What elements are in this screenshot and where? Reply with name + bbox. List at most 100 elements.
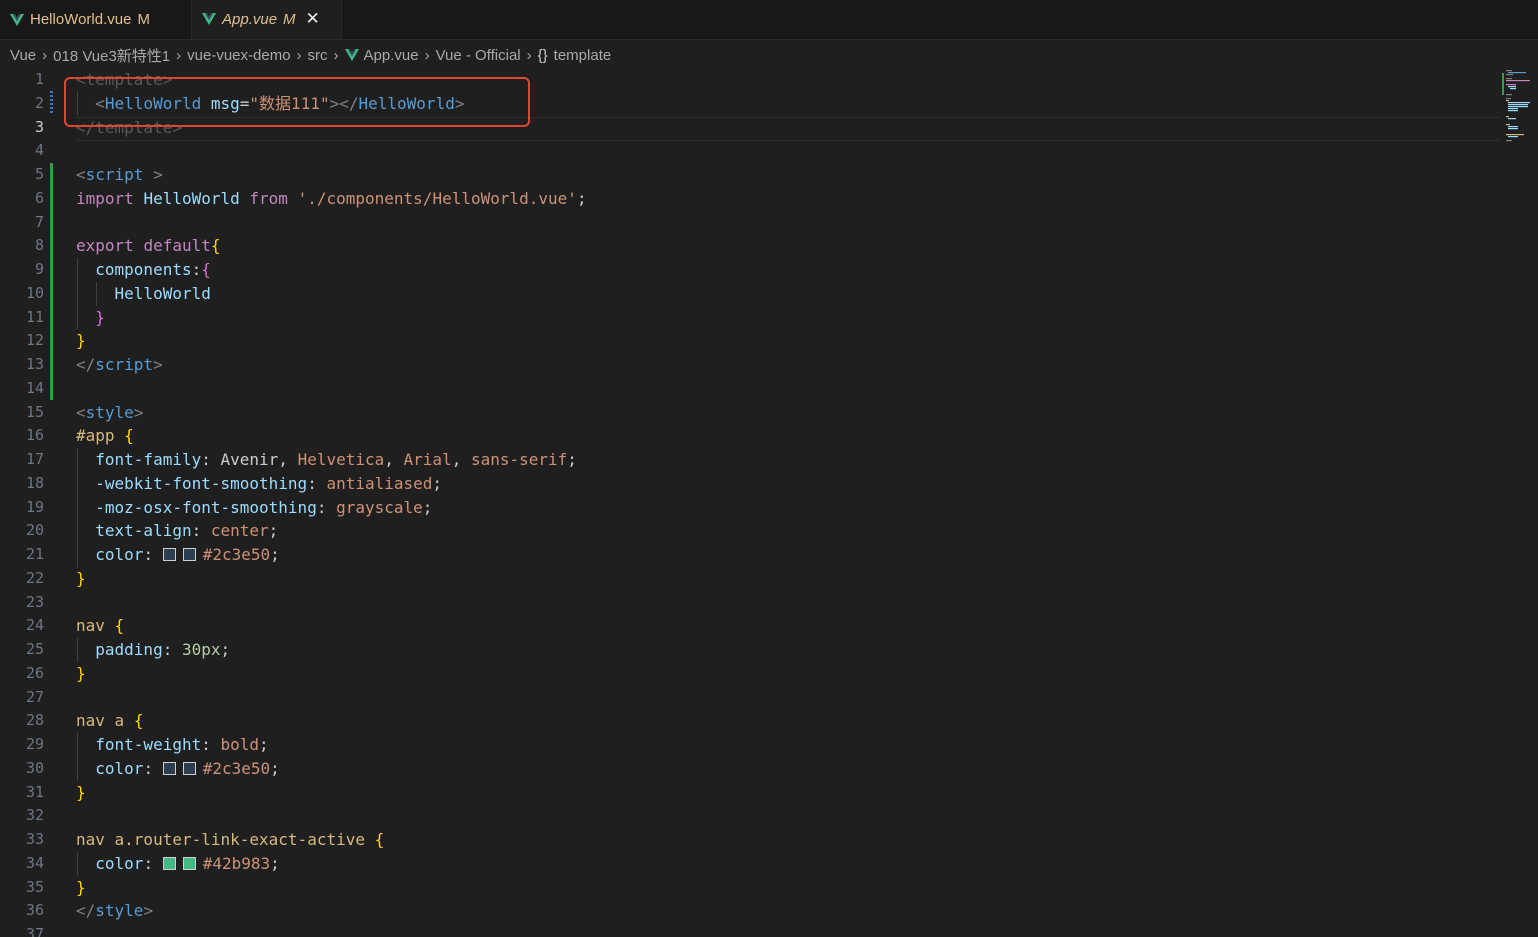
code-line[interactable]: 34 color: #42b983; bbox=[0, 852, 1538, 876]
code-line[interactable]: 17 font-family: Avenir, Helvetica, Arial… bbox=[0, 448, 1538, 472]
code-text: <script > bbox=[76, 163, 163, 187]
code-token: > bbox=[153, 165, 163, 184]
code-line[interactable]: 21 color: #2c3e50; bbox=[0, 543, 1538, 567]
color-swatch[interactable] bbox=[182, 548, 196, 561]
code-line[interactable]: 31} bbox=[0, 781, 1538, 805]
code-token: ; bbox=[567, 450, 577, 469]
code-text: color: #2c3e50; bbox=[76, 543, 280, 567]
tab-helloworld-vue[interactable]: HelloWorld.vue M bbox=[0, 0, 192, 39]
line-number: 35 bbox=[25, 877, 44, 896]
code-token: nav a.router-link-exact-active bbox=[76, 830, 365, 849]
code-line[interactable]: 33 nav a.router-link-exact-active { bbox=[0, 828, 1538, 852]
code-line[interactable]: 6 import HelloWorld from './components/He… bbox=[0, 187, 1538, 211]
code-line[interactable]: 20 text-align: center; bbox=[0, 519, 1538, 543]
code-line[interactable]: 15 <style> bbox=[0, 401, 1538, 425]
code-line[interactable]: 24 nav { bbox=[0, 614, 1538, 638]
line-number: 34 bbox=[25, 853, 44, 872]
code-line[interactable]: 22} bbox=[0, 567, 1538, 591]
color-swatch[interactable] bbox=[182, 856, 196, 870]
line-number: 1 bbox=[34, 70, 44, 88]
code-text: -webkit-font-smoothing: antialiased; bbox=[76, 472, 442, 496]
code-line[interactable]: 29 font-weight: bold; bbox=[0, 733, 1538, 757]
code-token: #2c3e50 bbox=[202, 545, 271, 564]
code-line[interactable]: 35} bbox=[0, 876, 1538, 900]
minimap[interactable] bbox=[1502, 70, 1532, 145]
code-line[interactable]: 16 #app { bbox=[0, 424, 1538, 448]
code-token: HelloWorld bbox=[114, 283, 211, 303]
code-line[interactable]: 18 -webkit-font-smoothing: antialiased; bbox=[0, 472, 1538, 496]
breadcrumb-item-language[interactable]: Vue - Official bbox=[436, 47, 521, 64]
line-number: 26 bbox=[25, 663, 44, 682]
code-token: ; bbox=[576, 188, 587, 208]
code-line[interactable]: 32 bbox=[0, 804, 1538, 828]
code-line[interactable]: 5 <script > bbox=[0, 163, 1538, 187]
code-token: { bbox=[210, 236, 221, 256]
code-line[interactable]: 37 bbox=[0, 923, 1538, 937]
code-token: HelloWorld bbox=[143, 188, 240, 208]
code-token: #42b983 bbox=[202, 853, 271, 873]
code-line[interactable]: 30 color: #2c3e50; bbox=[0, 757, 1538, 781]
breadcrumb-item-vue[interactable]: Vue bbox=[10, 47, 36, 64]
code-line[interactable]: 27 bbox=[0, 686, 1538, 710]
code-line[interactable]: 12} bbox=[0, 329, 1538, 353]
breadcrumb-item-src[interactable]: src bbox=[308, 47, 328, 64]
code-token: </ bbox=[76, 901, 96, 921]
line-number: 2 bbox=[34, 93, 44, 112]
code-line[interactable]: 26} bbox=[0, 662, 1538, 686]
color-swatch[interactable] bbox=[162, 761, 176, 775]
chevron-right-icon: › bbox=[176, 46, 182, 64]
code-token: } bbox=[76, 782, 86, 802]
code-line[interactable]: 25 padding: 30px; bbox=[0, 638, 1538, 662]
code-text: nav a.router-link-exact-active { bbox=[76, 828, 384, 852]
tab-app-vue[interactable]: App.vue M ✕ bbox=[192, 0, 342, 39]
close-tab-icon[interactable]: ✕ bbox=[306, 9, 320, 29]
color-swatch[interactable] bbox=[162, 548, 176, 561]
code-line[interactable]: 7 bbox=[0, 211, 1538, 235]
code-line[interactable]: 9 components:{ bbox=[0, 258, 1538, 282]
line-number: 8 bbox=[34, 236, 44, 255]
code-token: ; bbox=[270, 853, 280, 873]
line-number: 13 bbox=[25, 355, 44, 373]
code-token: : bbox=[307, 473, 327, 493]
modified-badge: M bbox=[137, 11, 150, 28]
line-number: 19 bbox=[25, 497, 44, 516]
code-line[interactable]: 14 bbox=[0, 377, 1538, 401]
breadcrumb-item-file[interactable]: App.vue bbox=[344, 47, 419, 64]
breadcrumb-item-folder[interactable]: 018 Vue3新特性1 bbox=[53, 45, 170, 66]
code-line[interactable]: 8 export default{ bbox=[0, 234, 1538, 258]
code-line[interactable]: 36 </style> bbox=[0, 899, 1538, 923]
code-token: color bbox=[95, 853, 144, 873]
code-token: : bbox=[191, 260, 202, 279]
code-editor[interactable]: 1 <template> 2 <HelloWorld msg="数据111"></H… bbox=[0, 68, 1538, 937]
modified-badge: M bbox=[283, 10, 296, 28]
code-line[interactable]: 13 </script> bbox=[0, 353, 1538, 377]
code-line[interactable]: 19 -moz-osx-font-smoothing: grayscale; bbox=[0, 496, 1538, 520]
code-token: ; bbox=[220, 640, 231, 659]
code-token: #app bbox=[76, 426, 115, 446]
code-token: : bbox=[201, 450, 221, 469]
code-line[interactable]: 4 bbox=[0, 139, 1538, 163]
code-token: : bbox=[162, 640, 182, 659]
color-swatch[interactable] bbox=[162, 856, 176, 870]
code-token: './components/HelloWorld.vue' bbox=[297, 188, 577, 208]
breadcrumb-item-symbol[interactable]: {} template bbox=[538, 47, 612, 64]
vertical-scrollbar[interactable] bbox=[1532, 70, 1538, 937]
code-line[interactable]: 28 nav a { bbox=[0, 709, 1538, 733]
code-line[interactable]: 11 } bbox=[0, 306, 1538, 330]
code-text: import HelloWorld from './components/Hel… bbox=[76, 187, 587, 211]
line-number: 17 bbox=[25, 450, 44, 468]
code-line[interactable]: 10 HelloWorld bbox=[0, 282, 1538, 306]
code-token: } bbox=[76, 331, 86, 351]
code-token: </ bbox=[76, 355, 96, 374]
code-token: components bbox=[95, 260, 192, 279]
code-line[interactable]: 23 bbox=[0, 591, 1538, 615]
color-swatch[interactable] bbox=[182, 761, 196, 775]
breadcrumb-item-project[interactable]: vue-vuex-demo bbox=[187, 47, 290, 64]
code-token: font-family bbox=[95, 450, 202, 469]
